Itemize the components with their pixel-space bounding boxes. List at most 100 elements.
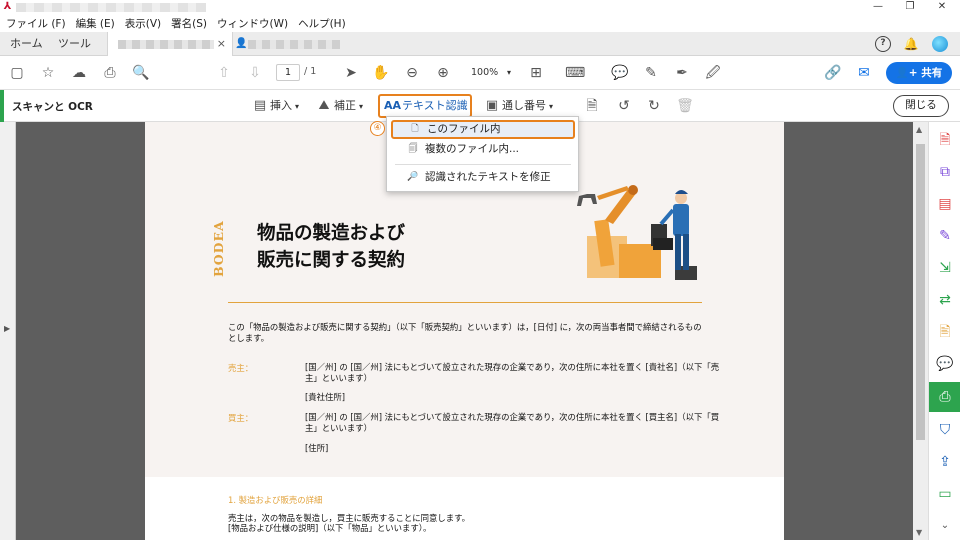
share-button[interactable]: 👤+ 共有: [886, 62, 952, 84]
main-toolbar: ▢ ☆ ☁ ⎙ 🔍 ⇧ ⇩ 1 / 1 ➤ ✋ ⊖ ⊕ 100% ▾ ⊞ ⌨ 💬…: [0, 56, 960, 90]
scroll-down-icon[interactable]: ▼: [916, 528, 922, 537]
fill-sign-icon[interactable]: 🖉: [704, 64, 722, 82]
combine-files-icon[interactable]: ⧉: [935, 162, 955, 182]
insert-page-icon: ▤: [253, 98, 267, 113]
tab-tools[interactable]: ツール: [58, 32, 91, 56]
protect-icon[interactable]: ⛉: [935, 420, 955, 440]
menu-view[interactable]: 表示(V): [125, 16, 161, 31]
prev-page-icon[interactable]: ⇧: [215, 64, 233, 82]
comment-tool-icon[interactable]: 💬: [935, 354, 955, 374]
insert-button[interactable]: ▤ 挿入 ▾: [252, 96, 299, 116]
restore-button[interactable]: ❐: [894, 0, 926, 14]
rotate-left-icon[interactable]: ↺: [615, 97, 633, 115]
recognize-text-dropdown: 🗋 このファイル内 🗐 複数のファイル内... 🔎 認識されたテキストを修正: [386, 116, 579, 192]
more-tools-chevron-icon[interactable]: ⌄: [935, 516, 955, 536]
window-title-redacted: [16, 3, 206, 12]
scroll-mode-icon[interactable]: ⌨: [565, 64, 585, 82]
document-text-icon: 🗋: [411, 124, 419, 134]
mail-icon[interactable]: ✉: [855, 64, 873, 82]
menu-item-label: 複数のファイル内...: [425, 143, 520, 155]
menu-item-this-file[interactable]: 🗋 このファイル内: [391, 120, 575, 139]
buyer-text: [国／州] の [国／州] 法にもとづいて設立された現存の企業であり，次の住所に…: [305, 412, 720, 433]
tab-home[interactable]: ホーム: [10, 32, 43, 56]
close-tool-button[interactable]: 閉じる: [893, 95, 949, 117]
menu-window[interactable]: ウィンドウ(W): [217, 16, 288, 31]
zoom-in-icon[interactable]: ⊕: [434, 64, 452, 82]
add-person-icon: 👤+: [895, 67, 922, 79]
zoom-out-icon[interactable]: ⊖: [403, 64, 421, 82]
person-icon: 👤: [235, 38, 248, 49]
stamp-icon[interactable]: ▭: [935, 484, 955, 504]
rotate-right-icon[interactable]: ↻: [645, 97, 663, 115]
chevron-down-icon: ▾: [359, 102, 364, 111]
menu-item-correct-recognized-text[interactable]: 🔎 認識されたテキストを修正: [391, 168, 575, 187]
step-number-badge: ④: [370, 121, 385, 136]
tool-title: スキャンと OCR: [12, 101, 93, 113]
enhance-label: 補正: [334, 99, 356, 112]
right-tools-rail: 🗎 ⧉ ▤ ✎ ⇲ ⇄ 🖹 💬 ⎙ ⛉ ⇪ ▭ ⌄: [928, 122, 960, 540]
scroll-up-icon[interactable]: ▲: [916, 125, 922, 134]
comment-icon[interactable]: 💬: [611, 64, 629, 82]
zoom-search-icon[interactable]: 🔍: [132, 64, 150, 82]
export-pdf-icon[interactable]: ⇲: [935, 258, 955, 278]
create-pdf-icon[interactable]: 🗎: [935, 130, 955, 150]
seller-label: 売主：: [228, 363, 254, 373]
close-window-button[interactable]: ✕: [926, 0, 958, 14]
menu-item-multiple-files[interactable]: 🗐 複数のファイル内...: [391, 140, 575, 159]
menu-file[interactable]: ファイル (F): [6, 16, 66, 31]
tab-bar: ホーム ツール × 👤 ? 🔔: [0, 32, 960, 57]
text-aa-icon: AA: [384, 99, 402, 112]
section-1-line-2: [物品および仕様の説明]（以下「物品」といいます）。: [228, 523, 432, 533]
save-icon[interactable]: ▢: [8, 64, 26, 82]
title-line-1: 物品の製造および: [257, 223, 406, 244]
next-page-icon[interactable]: ⇩: [246, 64, 264, 82]
bell-icon[interactable]: 🔔: [903, 36, 919, 52]
scan-ocr-tool-icon[interactable]: ⎙: [935, 387, 955, 407]
page-settings-icon[interactable]: 🗎: [583, 97, 601, 115]
page-number-input[interactable]: 1: [276, 64, 300, 81]
scrollbar-thumb[interactable]: [916, 144, 925, 440]
seller-text: [国／州] の [国／州] 法にもとづいて設立された現存の企業であり，次の住所に…: [305, 362, 720, 383]
organize-pages-icon[interactable]: ▤: [935, 194, 955, 214]
fill-sign-tool-icon[interactable]: 🖹: [935, 322, 955, 342]
bates-number-button[interactable]: ▣ 通し番号 ▾: [484, 96, 553, 116]
delete-icon[interactable]: 🗑: [676, 97, 694, 115]
share-upload-icon[interactable]: ⇪: [935, 452, 955, 472]
star-icon[interactable]: ☆: [39, 64, 57, 82]
tab-document[interactable]: ×: [107, 32, 233, 57]
minimize-button[interactable]: —: [862, 0, 894, 14]
hand-tool-icon[interactable]: ✋: [372, 64, 390, 82]
enhance-button[interactable]: ⛰ 補正 ▾: [316, 96, 363, 116]
buyer-label: 買主：: [228, 413, 254, 423]
link-icon[interactable]: 🔗: [824, 64, 842, 82]
avatar[interactable]: [932, 36, 948, 52]
tab-shared-document[interactable]: 👤: [232, 32, 346, 56]
close-tab-icon[interactable]: ×: [217, 37, 226, 50]
menu-item-label: このファイル内: [427, 123, 501, 135]
highlight-pen-icon[interactable]: ✎: [642, 64, 660, 82]
buyer-address: [住所]: [305, 443, 329, 453]
compare-icon[interactable]: ⇄: [935, 290, 955, 310]
select-cursor-icon[interactable]: ➤: [342, 64, 360, 82]
cloud-upload-icon[interactable]: ☁: [70, 64, 88, 82]
chevron-down-icon: ▾: [549, 102, 554, 111]
menu-help[interactable]: ヘルプ(H): [298, 16, 346, 31]
help-icon[interactable]: ?: [875, 36, 891, 52]
sign-icon[interactable]: ✒: [673, 64, 691, 82]
page-total: / 1: [304, 66, 317, 77]
menu-sign[interactable]: 署名(S): [171, 16, 207, 31]
zoom-select[interactable]: 100% ▾: [463, 64, 515, 81]
recognize-text-button[interactable]: AAテキスト認識▾: [378, 94, 472, 131]
bates-icon: ▣: [485, 98, 499, 113]
title-line-2: 販売に関する契約: [257, 250, 406, 271]
page-fit-icon[interactable]: ⊞: [527, 64, 545, 82]
factory-robot-illustration: [577, 185, 697, 280]
expand-panel-icon[interactable]: ▶: [4, 324, 10, 333]
chevron-down-icon: ▾: [506, 68, 511, 77]
menu-edit[interactable]: 編集 (E): [76, 16, 115, 31]
print-icon[interactable]: ⎙: [101, 64, 119, 82]
left-panel-collapsed[interactable]: ▶: [0, 122, 16, 540]
vertical-scrollbar[interactable]: ▲ ▼: [913, 122, 928, 540]
edit-pdf-icon[interactable]: ✎: [935, 226, 955, 246]
recognize-text-label: テキスト認識: [402, 99, 468, 112]
